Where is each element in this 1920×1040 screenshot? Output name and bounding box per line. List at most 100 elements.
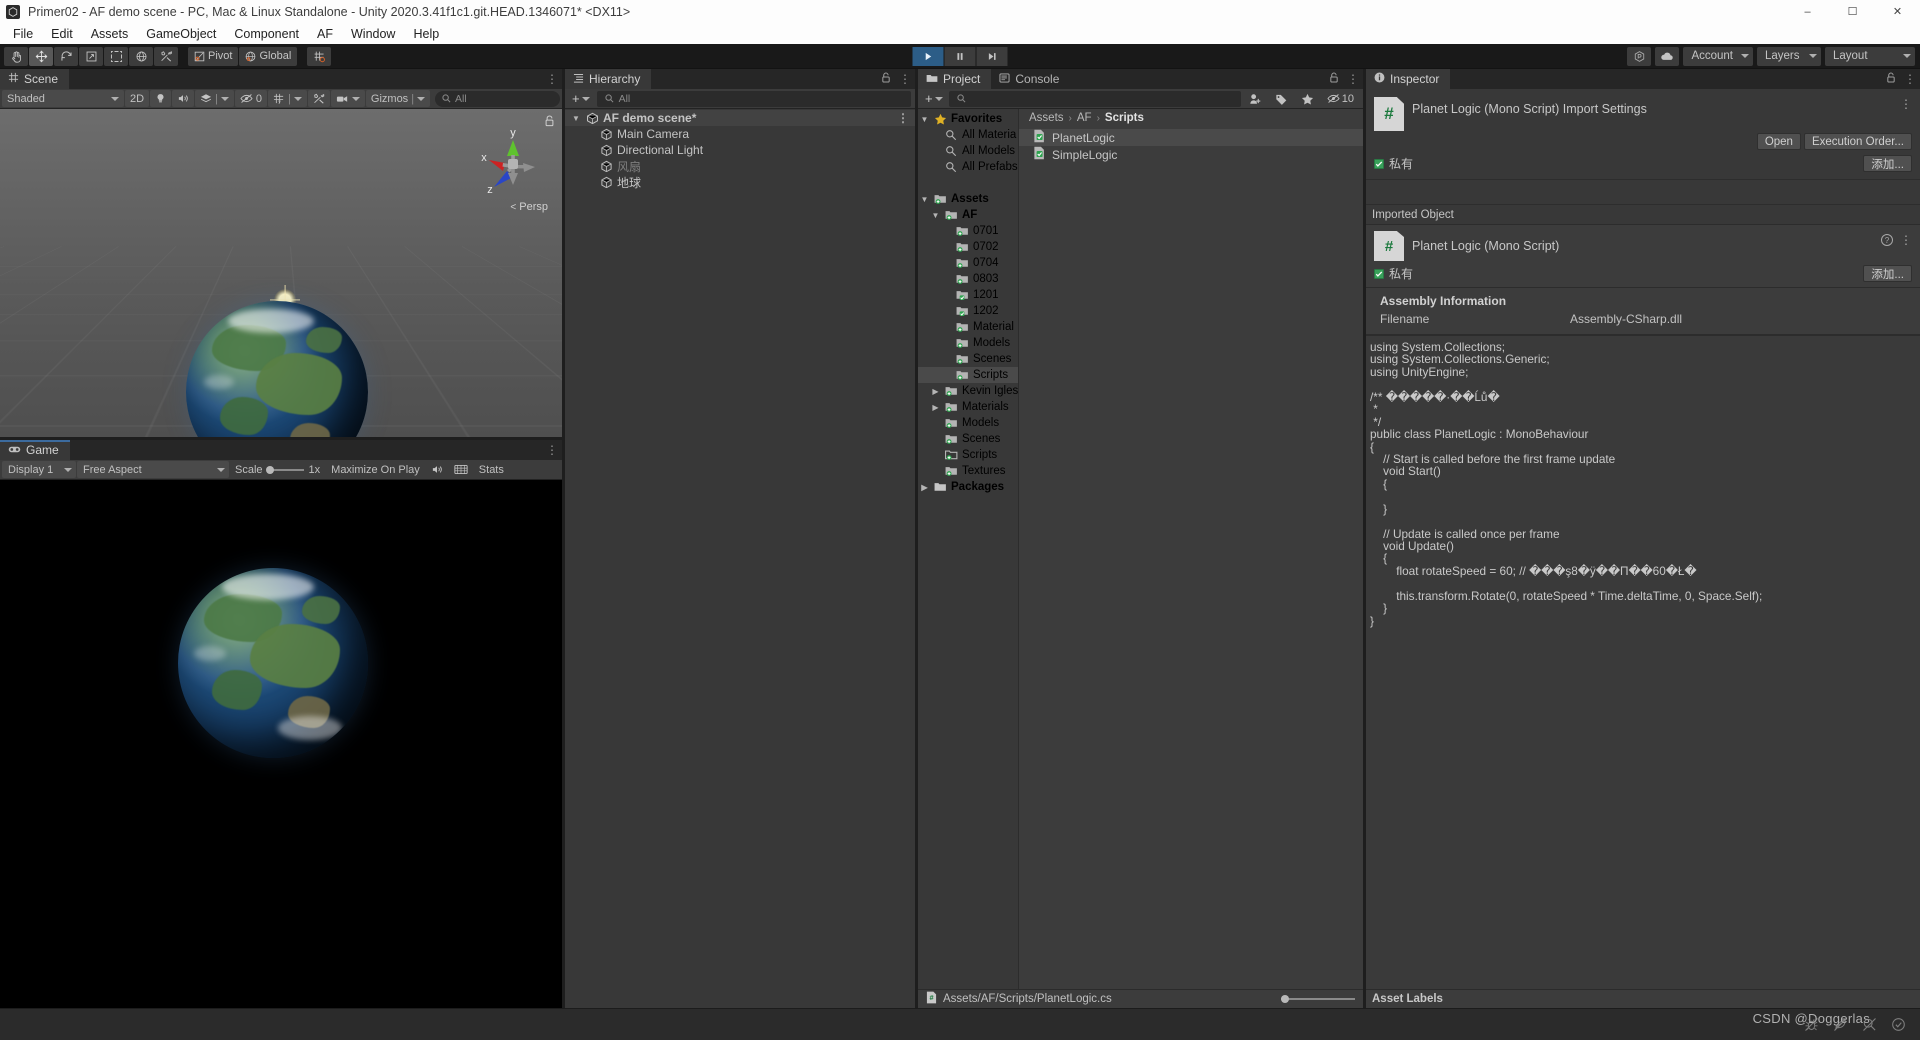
scene-kebab-icon[interactable]: ⋮ <box>546 73 558 85</box>
asset-list[interactable]: PlanetLogic SimpleLogic <box>1019 127 1363 989</box>
scene-search-input[interactable]: All <box>435 90 560 107</box>
project-tree-row[interactable]: ▼ Assets <box>918 191 1018 207</box>
layers-dropdown[interactable]: Layers <box>1757 46 1821 66</box>
project-tree-row[interactable]: ▼ Favorites <box>918 111 1018 127</box>
display-dropdown[interactable]: Display 1 <box>2 461 76 478</box>
project-tree-row[interactable]: 0803 <box>918 271 1018 287</box>
project-tree-row[interactable]: ▶ Kevin Igles <box>918 383 1018 399</box>
global-toggle-button[interactable]: Global <box>239 46 298 66</box>
tab-project[interactable]: Project <box>918 69 992 89</box>
project-tree-row[interactable]: All Materia <box>918 127 1018 143</box>
collab-button[interactable] <box>1627 46 1652 66</box>
gizmos-dropdown[interactable]: Gizmos | <box>365 90 431 107</box>
rect-tool-button[interactable] <box>104 46 128 66</box>
game-gizmos-button[interactable] <box>449 461 473 478</box>
project-create-button[interactable]: + <box>922 91 946 106</box>
search-by-label-button[interactable] <box>1270 90 1293 107</box>
favorites-star-button[interactable] <box>1296 90 1319 107</box>
import-settings-kebab-icon[interactable]: ⋮ <box>1900 97 1912 111</box>
custom-tool-button[interactable] <box>154 46 178 66</box>
project-tree-row[interactable]: Scripts <box>918 447 1018 463</box>
account-dropdown[interactable]: Account <box>1683 46 1753 66</box>
tab-console[interactable]: Console <box>991 69 1070 89</box>
menu-help[interactable]: Help <box>404 26 448 42</box>
asset-zoom-slider[interactable] <box>1281 995 1355 1003</box>
hierarchy-row-kebab-icon[interactable]: ⋮ <box>897 112 909 124</box>
hand-tool-button[interactable] <box>4 46 28 66</box>
rotate-tool-button[interactable] <box>54 46 78 66</box>
status-bug-icon[interactable] <box>1801 1015 1821 1035</box>
imported-private-checkbox[interactable] <box>1374 268 1384 279</box>
hierarchy-create-button[interactable]: + <box>569 91 593 106</box>
pause-button[interactable] <box>944 46 976 66</box>
scene-grid-dropdown[interactable]: y | <box>268 90 307 107</box>
breadcrumb-item[interactable]: Assets <box>1029 112 1064 124</box>
scene-axis-gizmo[interactable]: y x z <box>474 125 552 209</box>
scene-audio-button[interactable] <box>172 90 195 107</box>
minimize-button[interactable]: – <box>1785 0 1830 23</box>
tab-game[interactable]: Game <box>0 440 70 460</box>
breadcrumb[interactable]: Assets › AF › Scripts <box>1019 109 1363 127</box>
hierarchy-kebab-icon[interactable]: ⋮ <box>899 73 911 85</box>
asset-item[interactable]: SimpleLogic <box>1019 146 1363 163</box>
menu-component[interactable]: Component <box>225 26 308 42</box>
shading-mode-dropdown[interactable]: Shaded <box>2 90 124 107</box>
hierarchy-row[interactable]: Directional Light <box>565 142 915 158</box>
project-visibility-count[interactable]: 10 <box>1322 90 1359 107</box>
menu-file[interactable]: File <box>4 26 42 42</box>
project-tree-row[interactable]: 0702 <box>918 239 1018 255</box>
inspector-lock-icon[interactable] <box>1886 70 1896 88</box>
project-tree-row[interactable]: 0701 <box>918 223 1018 239</box>
menu-gameobject[interactable]: GameObject <box>137 26 225 42</box>
menu-edit[interactable]: Edit <box>42 26 82 42</box>
project-tree-row[interactable]: Scripts <box>918 367 1018 383</box>
scene-viewport[interactable]: y x z < Persp <box>0 109 562 437</box>
cloud-button[interactable] <box>1655 46 1680 66</box>
move-tool-button[interactable] <box>29 46 53 66</box>
scene-projection-label[interactable]: < Persp <box>510 201 548 213</box>
project-tree-row[interactable]: Scenes <box>918 431 1018 447</box>
status-ok-icon[interactable] <box>1888 1015 1908 1035</box>
scale-slider-knob[interactable] <box>265 465 274 474</box>
scale-tool-button[interactable] <box>79 46 103 66</box>
open-button[interactable]: Open <box>1756 133 1801 150</box>
project-tree-row[interactable]: Scenes <box>918 351 1018 367</box>
hierarchy-row[interactable]: ▼ AF demo scene* ⋮ <box>565 110 915 126</box>
help-icon[interactable]: ? <box>1881 234 1893 246</box>
chevron-down-icon[interactable]: ▼ <box>920 195 929 204</box>
project-tree-row[interactable]: Models <box>918 415 1018 431</box>
scene-component-tools-button[interactable] <box>307 90 330 107</box>
project-tree-row[interactable]: ▼ AF <box>918 207 1018 223</box>
project-folder-tree[interactable]: ▼ Favorites All Materia All Models All Prefa… <box>918 109 1018 989</box>
project-tree-row[interactable]: Models <box>918 335 1018 351</box>
private-checkbox-row[interactable]: 私有 <box>1374 155 1413 172</box>
tab-inspector[interactable]: Inspector <box>1366 69 1451 89</box>
scene-camera-dropdown[interactable] <box>330 90 365 107</box>
maximize-on-play-toggle[interactable]: Maximize On Play <box>326 461 425 478</box>
chevron-right-icon[interactable]: ▶ <box>931 387 940 396</box>
tab-hierarchy[interactable]: Hierarchy <box>565 69 652 89</box>
tab-scene[interactable]: Scene <box>0 69 70 89</box>
mute-audio-button[interactable] <box>426 461 448 478</box>
project-tree-row[interactable]: Material <box>918 319 1018 335</box>
play-button[interactable] <box>912 46 944 66</box>
add-button[interactable]: 添加... <box>1863 155 1912 172</box>
imported-object-kebab-icon[interactable]: ⋮ <box>1900 234 1912 246</box>
transform-tool-button[interactable] <box>129 46 153 66</box>
status-leaf-icon[interactable] <box>1830 1015 1850 1035</box>
menu-af[interactable]: AF <box>308 26 342 42</box>
pivot-toggle-button[interactable]: Pivot <box>188 46 239 66</box>
asset-zoom-knob[interactable] <box>1281 995 1289 1003</box>
chevron-down-icon[interactable]: ▼ <box>571 114 581 123</box>
hierarchy-row[interactable]: 风扇 <box>565 158 915 174</box>
hierarchy-search-input[interactable]: All <box>596 90 911 107</box>
game-viewport[interactable] <box>0 480 562 1008</box>
scale-slider[interactable]: Scale 1x <box>230 461 325 478</box>
project-kebab-icon[interactable]: ⋮ <box>1347 73 1359 85</box>
2d-toggle-button[interactable]: 2D <box>125 90 150 107</box>
game-kebab-icon[interactable]: ⋮ <box>546 444 558 456</box>
hierarchy-row[interactable]: Main Camera <box>565 126 915 142</box>
breadcrumb-item[interactable]: AF <box>1077 112 1092 124</box>
project-tree-row[interactable]: ▶ Packages <box>918 479 1018 495</box>
asset-item[interactable]: PlanetLogic <box>1019 129 1363 146</box>
